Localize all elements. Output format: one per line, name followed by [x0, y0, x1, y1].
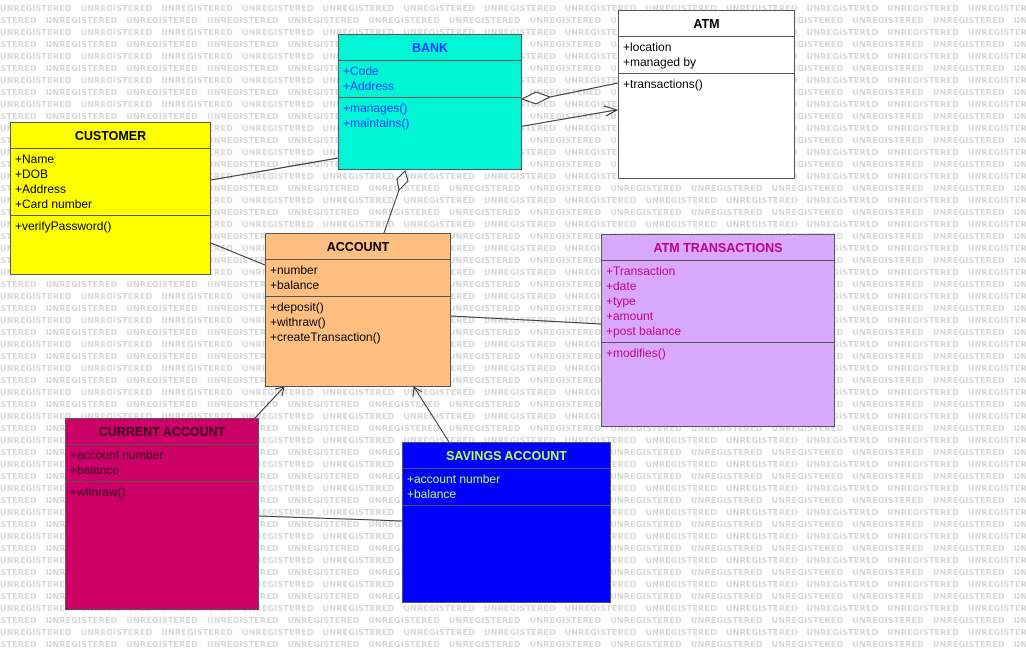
aggregation-diamond-bank: [520, 91, 552, 105]
attribute-item: +date: [606, 279, 637, 293]
class-atm[interactable]: ATM +location +managed by +transactions(): [618, 10, 795, 179]
operation-item: +deposit(): [270, 300, 324, 314]
attribute-item: +Transaction: [606, 264, 676, 278]
operation-item: +createTransaction(): [270, 330, 381, 344]
attribute-item: +amount: [606, 309, 654, 323]
operation-item: +verifyPassword(): [15, 219, 112, 233]
operations-section: +manages() +maintains(): [339, 97, 521, 134]
attribute-item: +Address: [15, 182, 67, 196]
attribute-item: +DOB: [15, 167, 49, 181]
class-customer[interactable]: CUSTOMER +Name +DOB +Address +Card number +…: [10, 122, 211, 275]
attribute-item: +Address: [343, 79, 395, 93]
operations-section: +withraw(): [66, 481, 258, 503]
attribute-item: +account number: [407, 472, 501, 486]
operations-section: [403, 505, 610, 512]
class-name: SAVINGS ACCOUNT: [403, 443, 610, 469]
current-savings-association: [257, 515, 403, 522]
operation-item: +manages(): [343, 101, 408, 115]
class-atm-transactions[interactable]: ATM TRANSACTIONS +Transaction +date +type +…: [601, 234, 835, 427]
attributes-section: +number +balance: [266, 260, 450, 296]
bank-atm-aggregation: [549, 82, 619, 98]
attribute-item: +balance: [270, 278, 320, 292]
attribute-item: +Name: [15, 152, 55, 166]
attributes-section: +account number +balance: [403, 469, 610, 505]
savings-account-generalization: [413, 386, 450, 443]
class-bank[interactable]: BANK +Code +Address +manages() +maintains(…: [338, 34, 522, 170]
account-bank-aggregation: [383, 189, 400, 234]
attribute-item: +type: [606, 294, 636, 308]
class-savings-account[interactable]: SAVINGS ACCOUNT +account number +balance: [402, 442, 611, 603]
attribute-item: +balance: [407, 487, 457, 501]
operations-section: +modifies(): [602, 342, 834, 364]
class-name: ATM: [619, 11, 794, 37]
operations-section: +deposit() +withraw() +createTransaction(): [266, 296, 450, 348]
attribute-item: +post balance: [606, 324, 682, 338]
attribute-item: +location: [623, 40, 672, 54]
operation-item: +withraw(): [70, 485, 126, 499]
attribute-item: +Code: [343, 64, 379, 78]
attributes-section: +Name +DOB +Address +Card number: [11, 149, 210, 215]
attribute-item: +Card number: [15, 197, 93, 211]
class-name: ATM TRANSACTIONS: [602, 235, 834, 261]
class-name: ACCOUNT: [266, 234, 450, 260]
attributes-section: +location +managed by: [619, 37, 794, 73]
attribute-item: +managed by: [623, 55, 697, 69]
attribute-item: +account number: [70, 448, 164, 462]
class-name: CURRENT ACCOUNT: [66, 419, 258, 445]
operation-item: +transactions(): [623, 77, 703, 91]
customer-account-association: [210, 242, 266, 266]
operation-item: +maintains(): [343, 116, 410, 130]
aggregation-diamond-bank-bottom: [396, 170, 409, 192]
class-account[interactable]: ACCOUNT +number +balance +deposit() +withr…: [265, 233, 451, 387]
attribute-item: +balance: [70, 463, 120, 477]
operation-item: +modifies(): [606, 346, 666, 360]
attributes-section: +Code +Address: [339, 61, 521, 97]
current-account-generalization: [254, 386, 285, 419]
operations-section: +transactions(): [619, 73, 794, 95]
class-name: BANK: [339, 35, 521, 61]
operations-section: +verifyPassword(): [11, 215, 210, 237]
attributes-section: +Transaction +date +type +amount +post balan…: [602, 261, 834, 342]
account-transactions-association: [450, 315, 602, 325]
attributes-section: +account number +balance: [66, 445, 258, 481]
class-current-account[interactable]: CURRENT ACCOUNT +account number +balance …: [65, 418, 259, 610]
attribute-item: +number: [270, 263, 318, 277]
operation-item: +withraw(): [270, 315, 326, 329]
class-name: CUSTOMER: [11, 123, 210, 149]
